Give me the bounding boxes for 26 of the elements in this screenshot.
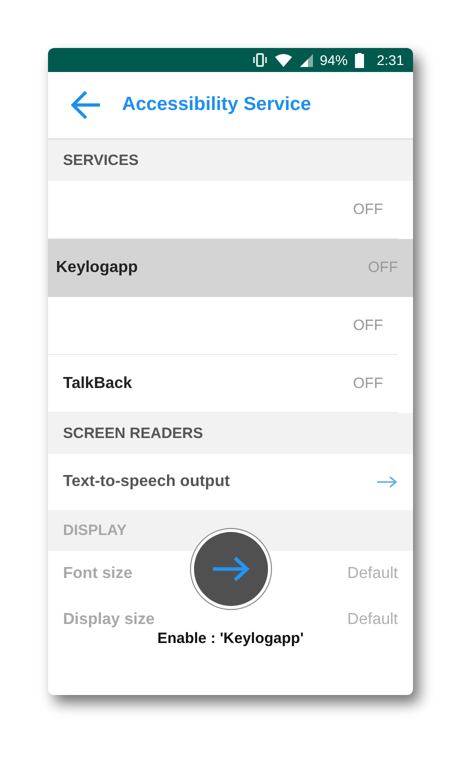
page-title: Accessibility Service bbox=[122, 94, 312, 116]
clock: 2:31 bbox=[376, 52, 404, 68]
battery-icon bbox=[354, 52, 364, 68]
service-name: Keylogapp bbox=[56, 258, 138, 276]
arrow-icon[interactable] bbox=[376, 476, 398, 488]
setting-label: Text-to-speech output bbox=[63, 473, 230, 491]
switch-state: OFF bbox=[353, 375, 383, 392]
switch-state: OFF bbox=[353, 201, 383, 218]
switch-state: OFF bbox=[368, 259, 398, 276]
setting-label: Display size bbox=[63, 611, 155, 629]
battery-percent: 94% bbox=[320, 52, 348, 68]
section-header: SERVICES bbox=[63, 152, 139, 169]
service-row[interactable]: Keylogapp OFF bbox=[48, 239, 413, 297]
section-header: DISPLAY bbox=[63, 522, 127, 539]
setting-value: Default bbox=[347, 611, 398, 629]
service-name: TalkBack bbox=[63, 374, 132, 392]
section-header: SCREEN READERS bbox=[63, 425, 204, 442]
overlay-caption: Enable : 'Keylogapp' bbox=[157, 630, 304, 647]
switch-state: OFF bbox=[353, 317, 383, 334]
back-arrow-icon[interactable] bbox=[70, 90, 102, 120]
setting-label: Font size bbox=[63, 565, 132, 583]
signal-icon bbox=[298, 53, 313, 67]
vibrate-icon bbox=[252, 53, 268, 67]
arrow-icon bbox=[210, 556, 250, 582]
setting-value: Default bbox=[347, 565, 398, 583]
wifi-icon bbox=[274, 54, 292, 66]
